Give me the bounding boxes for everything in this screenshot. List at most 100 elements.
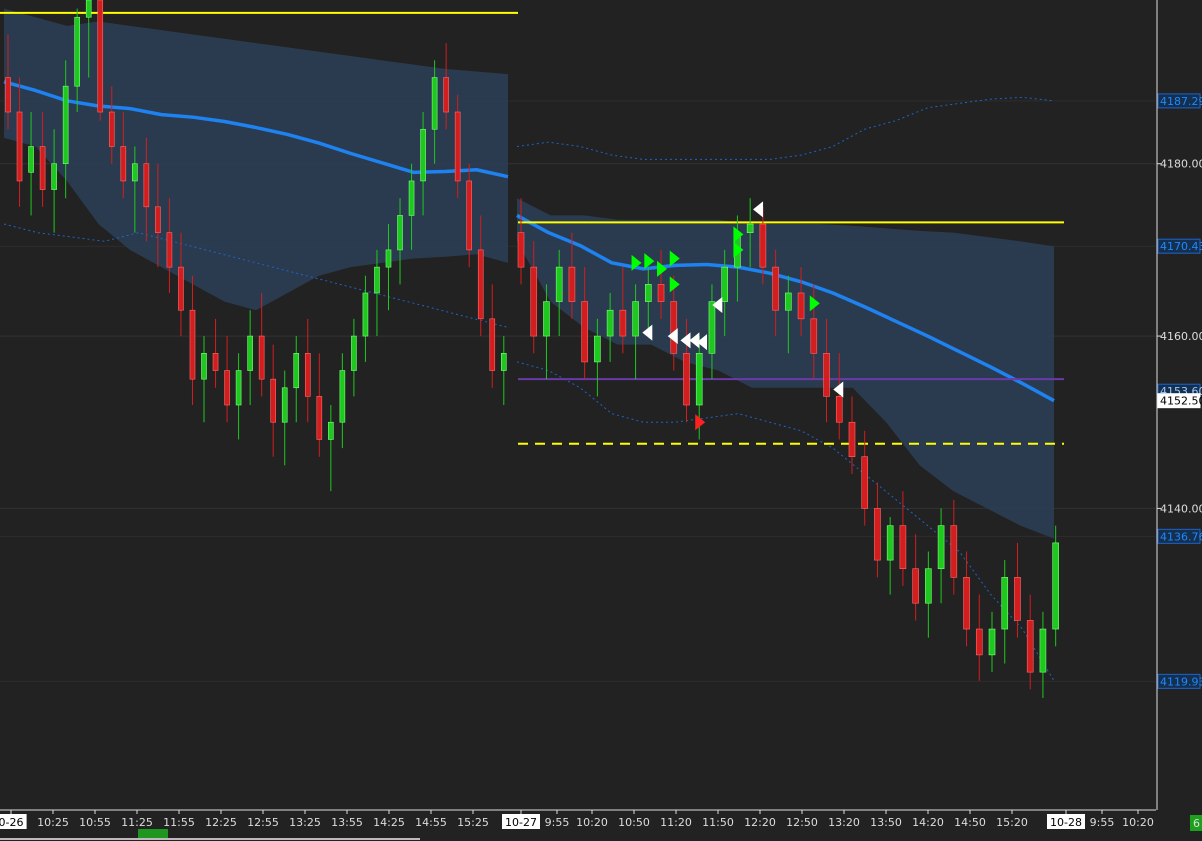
candle: [1052, 525, 1059, 647]
price-tag-3: 4152.50: [1157, 393, 1202, 409]
candle-body: [316, 396, 323, 440]
candle-body: [16, 111, 23, 182]
candle-body: [62, 85, 69, 165]
time-axis: 0-26 10:25 10:55 11:25 11:55 12:25 12:55 13:25 1…: [0, 810, 1156, 841]
candle-body: [166, 232, 173, 268]
candle-body: [431, 77, 438, 130]
candle-body: [328, 421, 334, 440]
x-tick-label: 12:25: [205, 816, 237, 829]
candle-body: [912, 568, 919, 604]
price-tag-label: 4119.93: [1160, 675, 1202, 688]
candle-body: [143, 163, 150, 208]
x-tick: 13:25: [289, 816, 321, 829]
x-tick: 12:20: [744, 816, 776, 829]
candle-body: [746, 223, 754, 233]
x-tick: 15:20: [996, 816, 1028, 829]
candle-body: [861, 456, 869, 509]
price-tag-5: 4119.93: [1157, 673, 1202, 689]
x-tick-label: 14:50: [954, 816, 986, 829]
x-tick-label: 12:20: [744, 816, 776, 829]
candle-body: [247, 335, 253, 371]
candle-body: [293, 352, 300, 389]
candle-body: [108, 111, 115, 147]
x-tick: 10:25: [37, 816, 69, 829]
candle-body: [708, 301, 716, 354]
x-tick-label: 13:50: [870, 816, 902, 829]
x-tick: 9:55: [545, 816, 570, 829]
candle-body: [270, 378, 276, 423]
candle-body: [886, 525, 894, 561]
price-chart[interactable]: 4180.004160.004140.00 4187.294170.434153…: [0, 0, 1202, 841]
x-tick-label: 10:25: [37, 816, 69, 829]
candle-body: [374, 266, 380, 294]
candle-body: [201, 352, 207, 380]
candle-body: [51, 163, 57, 190]
candle-body: [178, 266, 184, 311]
candle: [97, 0, 104, 121]
candle-body: [632, 301, 639, 337]
candle-body: [224, 370, 230, 406]
candle-body: [899, 525, 907, 570]
candle-body: [772, 266, 779, 311]
candle-body: [304, 352, 311, 397]
x-tick: 11:20: [660, 816, 692, 829]
candle-body: [189, 309, 196, 380]
candle-body: [657, 284, 665, 302]
x-tick: 11:50: [702, 816, 734, 829]
candle-body: [5, 77, 11, 113]
candle-body: [683, 352, 690, 406]
candle-body: [759, 223, 767, 268]
y-tick-label: 4160.00: [1160, 330, 1202, 343]
x-tick: 10:20: [576, 816, 608, 829]
candle-body: [120, 146, 127, 182]
candle-body: [695, 352, 703, 406]
candle-body: [500, 352, 507, 371]
x-tick: 10-28: [1047, 814, 1085, 829]
y-axis-panel: [1158, 0, 1202, 841]
candle-body: [28, 146, 34, 173]
candle-body: [988, 628, 996, 656]
x-tick-label: 15:20: [996, 816, 1028, 829]
candle-body: [823, 352, 830, 397]
candle-body: [644, 284, 652, 302]
corner-badge-label: 6: [1193, 817, 1200, 830]
x-tick-label: 13:25: [289, 816, 321, 829]
x-tick-label: 13:20: [828, 816, 860, 829]
candle-body: [594, 335, 601, 363]
x-tick: 10-27: [502, 814, 540, 829]
candle-body: [797, 292, 805, 320]
x-tick: 14:25: [373, 816, 405, 829]
candle-body: [568, 266, 576, 302]
candle-body: [477, 249, 484, 320]
candle-body: [1001, 577, 1009, 630]
y-tick-label: 4180.00: [1160, 158, 1202, 171]
x-tick-label: 11:25: [121, 816, 153, 829]
x-tick: 10:50: [618, 816, 650, 829]
candle-body: [530, 266, 538, 337]
candle-body: [74, 16, 80, 87]
candle-body: [420, 128, 426, 182]
candle-body: [950, 525, 958, 578]
candle-body: [362, 292, 369, 337]
candle-body: [810, 318, 818, 354]
x-tick: 13:50: [870, 816, 902, 829]
x-tick-label: 15:25: [457, 816, 489, 829]
x-tick: 12:55: [247, 816, 279, 829]
x-tick-label: 14:20: [912, 816, 944, 829]
x-tick-label: 0-26: [0, 816, 23, 829]
price-tag-label: 4170.43: [1160, 240, 1202, 253]
corner-badge: 6: [1190, 815, 1202, 831]
x-tick-label: 14:55: [415, 816, 447, 829]
x-tick: 11:55: [163, 816, 195, 829]
x-tick-label: 10-27: [505, 816, 537, 829]
x-tick: 12:50: [786, 816, 818, 829]
x-tick-label: 14:25: [373, 816, 405, 829]
candle-body: [975, 628, 983, 656]
candle-body: [874, 508, 881, 561]
price-tag-label: 4152.50: [1160, 395, 1202, 408]
y-tick-label: 4140.00: [1160, 502, 1202, 515]
x-tick-label: 12:50: [786, 816, 818, 829]
candle-body: [963, 577, 970, 630]
x-tick-label: 10-28: [1050, 816, 1082, 829]
price-tag-4: 4136.76: [1157, 528, 1202, 544]
